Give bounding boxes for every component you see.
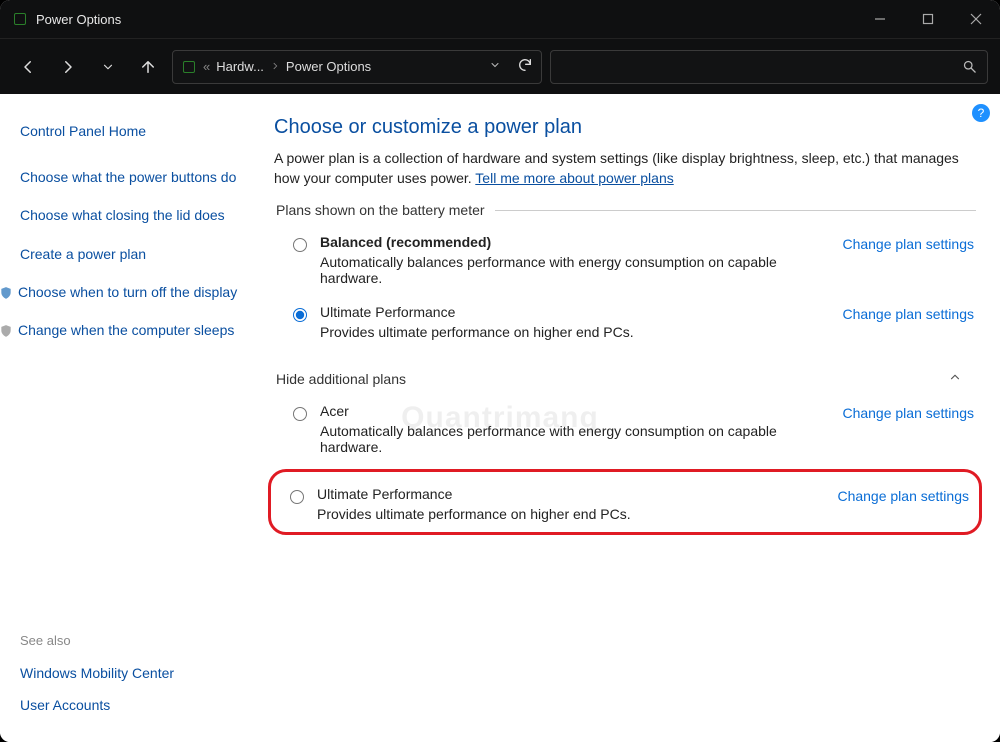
breadcrumb[interactable]: « Hardw... Power Options (172, 50, 542, 84)
sidebar-item-label: Choose when to turn off the display (18, 283, 237, 301)
recent-dropdown[interactable] (92, 51, 124, 83)
group-legend: Hide additional plans (276, 371, 406, 387)
toolbar: « Hardw... Power Options (0, 38, 1000, 94)
sidebar-link-mobility-center[interactable]: Windows Mobility Center (18, 660, 240, 686)
sidebar-link-computer-sleeps[interactable]: Change when the computer sleeps (0, 313, 240, 347)
shield-icon (0, 285, 14, 301)
plan-ultimate-1: Ultimate Performance Provides ultimate p… (274, 300, 976, 354)
search-icon (962, 59, 977, 74)
plan-ultimate-2: Ultimate Performance Provides ultimate p… (271, 482, 971, 526)
change-plan-settings-link[interactable]: Change plan settings (837, 488, 969, 504)
close-button[interactable] (952, 0, 1000, 38)
titlebar: Power Options (0, 0, 1000, 38)
group-legend: Plans shown on the battery meter (274, 202, 495, 218)
breadcrumb-item-label: Power Options (286, 59, 371, 74)
additional-plans-group: Hide additional plans Acer Automatically… (274, 370, 976, 541)
window-title: Power Options (36, 12, 121, 27)
highlight-annotation: Ultimate Performance Provides ultimate p… (268, 469, 982, 535)
page-title: Choose or customize a power plan (274, 116, 976, 139)
back-button[interactable] (12, 51, 44, 83)
sidebar-item-label: Change when the computer sleeps (18, 321, 234, 339)
maximize-button[interactable] (904, 0, 952, 38)
plan-radio-ultimate-2[interactable] (290, 490, 304, 504)
sidebar: Control Panel Home Choose what the power… (0, 94, 250, 742)
sidebar-link-turn-off-display[interactable]: Choose when to turn off the display (0, 275, 240, 309)
forward-button[interactable] (52, 51, 84, 83)
plan-description: Provides ultimate performance on higher … (320, 324, 832, 340)
see-also-heading: See also (18, 627, 240, 654)
refresh-button[interactable] (517, 57, 533, 76)
page-description: A power plan is a collection of hardware… (274, 149, 976, 188)
main-content: Choose or customize a power plan A power… (250, 94, 1000, 742)
up-button[interactable] (132, 51, 164, 83)
plan-radio-balanced[interactable] (293, 238, 307, 252)
help-button[interactable]: ? (972, 104, 990, 122)
breadcrumb-item-hardware[interactable]: Hardw... (216, 59, 264, 74)
app-icon (12, 11, 28, 27)
sidebar-link-user-accounts[interactable]: User Accounts (18, 692, 240, 718)
plan-acer: Acer Automatically balances performance … (274, 399, 976, 469)
minimize-button[interactable] (856, 0, 904, 38)
change-plan-settings-link[interactable]: Change plan settings (842, 236, 974, 252)
plan-description: Automatically balances performance with … (320, 423, 832, 455)
breadcrumb-expand-icon[interactable] (489, 59, 501, 74)
tell-more-link[interactable]: Tell me more about power plans (475, 170, 673, 186)
shield-icon (0, 323, 14, 339)
collapse-toggle[interactable] (944, 370, 966, 387)
breadcrumb-item-label: Hardw... (216, 59, 264, 74)
breadcrumb-leading: « (203, 59, 210, 74)
plan-name: Ultimate Performance (317, 486, 827, 502)
plan-description: Provides ultimate performance on higher … (317, 506, 827, 522)
change-plan-settings-link[interactable]: Change plan settings (842, 405, 974, 421)
plan-radio-ultimate-1[interactable] (293, 308, 307, 322)
plan-balanced: Balanced (recommended) Automatically bal… (274, 230, 976, 300)
change-plan-settings-link[interactable]: Change plan settings (842, 306, 974, 322)
sidebar-home[interactable]: Control Panel Home (18, 114, 240, 148)
breadcrumb-app-icon (181, 59, 197, 75)
plan-name: Balanced (recommended) (320, 234, 832, 250)
sidebar-link-power-buttons[interactable]: Choose what the power buttons do (18, 160, 240, 194)
sidebar-link-create-plan[interactable]: Create a power plan (18, 237, 240, 271)
sidebar-link-closing-lid[interactable]: Choose what closing the lid does (18, 198, 240, 232)
search-input[interactable] (550, 50, 988, 84)
plans-on-meter-group: Plans shown on the battery meter Balance… (274, 202, 976, 360)
plan-description: Automatically balances performance with … (320, 254, 832, 286)
plan-name: Ultimate Performance (320, 304, 832, 320)
chevron-right-icon (270, 59, 280, 74)
breadcrumb-item-power-options[interactable]: Power Options (286, 59, 371, 74)
plan-name: Acer (320, 403, 832, 419)
plan-radio-acer[interactable] (293, 407, 307, 421)
